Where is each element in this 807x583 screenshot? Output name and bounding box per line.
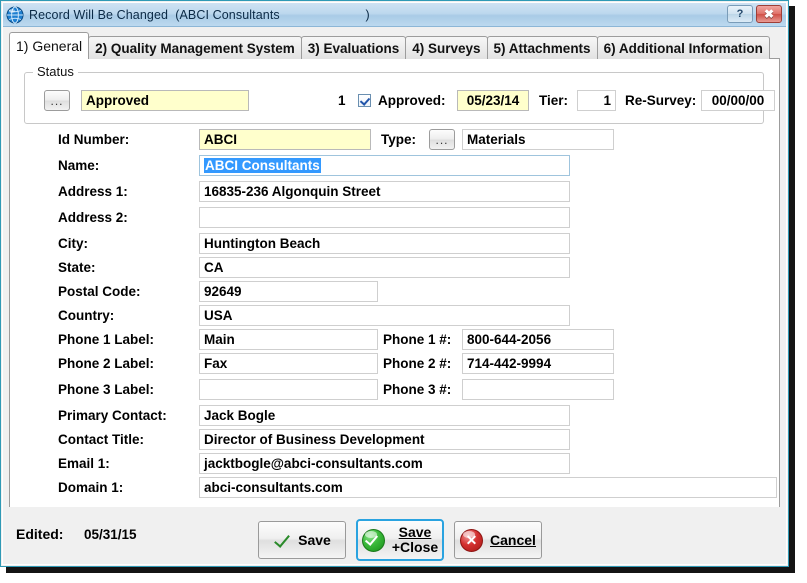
cancel-button[interactable]: ✕ Cancel bbox=[454, 521, 542, 559]
type-field[interactable]: Materials bbox=[462, 129, 614, 150]
save-button[interactable]: Save bbox=[258, 521, 346, 559]
email1-field[interactable]: jacktbogle@abci-consultants.com bbox=[199, 453, 570, 474]
phone3-number-field[interactable] bbox=[462, 379, 614, 400]
screenshot-root: Record Will Be Changed (ABCI Consultants… bbox=[0, 0, 807, 583]
save-button-label: Save bbox=[298, 532, 331, 548]
domain1-label: Domain 1: bbox=[58, 480, 123, 495]
phone2-label-label: Phone 2 Label: bbox=[58, 356, 154, 371]
edited-label: Edited: bbox=[16, 526, 63, 542]
name-field[interactable]: ABCI Consultants bbox=[199, 155, 570, 176]
tier-field[interactable]: 1 bbox=[577, 90, 616, 111]
help-button[interactable]: ? bbox=[727, 5, 753, 23]
contact-title-field[interactable]: Director of Business Development bbox=[199, 429, 570, 450]
type-label: Type: bbox=[381, 132, 416, 147]
id-number-field[interactable]: ABCI bbox=[199, 129, 371, 150]
window-inner-frame: Record Will Be Changed (ABCI Consultants… bbox=[2, 2, 787, 565]
approved-date-field[interactable]: 05/23/14 bbox=[457, 90, 529, 111]
tab-attachments[interactable]: 5) Attachments bbox=[487, 36, 598, 59]
email1-label: Email 1: bbox=[58, 456, 110, 471]
primary-contact-field[interactable]: Jack Bogle bbox=[199, 405, 570, 426]
postal-code-field[interactable]: 92649 bbox=[199, 281, 378, 302]
state-field[interactable]: CA bbox=[199, 257, 570, 278]
city-label: City: bbox=[58, 236, 88, 251]
name-field-selected-text: ABCI Consultants bbox=[204, 158, 321, 173]
name-label: Name: bbox=[58, 158, 99, 173]
edited-value: 05/31/15 bbox=[84, 527, 137, 542]
address2-field[interactable] bbox=[199, 207, 570, 228]
state-label: State: bbox=[58, 260, 96, 275]
save-and-close-button[interactable]: Save +Close bbox=[356, 519, 444, 561]
resurvey-field[interactable]: 00/00/00 bbox=[701, 90, 775, 111]
postal-code-label: Postal Code: bbox=[58, 284, 141, 299]
domain1-field[interactable]: abci-consultants.com bbox=[199, 477, 777, 498]
phone1-number-label: Phone 1 #: bbox=[383, 332, 451, 347]
primary-contact-label: Primary Contact: bbox=[58, 408, 167, 423]
save-and-close-button-label-line2: +Close bbox=[392, 540, 438, 555]
status-browse-button[interactable]: ... bbox=[44, 90, 70, 111]
phone3-label-field[interactable] bbox=[199, 379, 378, 400]
footer-bar: Edited: 05/31/15 Save Save +Close bbox=[4, 507, 785, 563]
country-field[interactable]: USA bbox=[199, 305, 570, 326]
resurvey-label: Re-Survey: bbox=[625, 93, 696, 108]
title-bar[interactable]: Record Will Be Changed (ABCI Consultants… bbox=[3, 3, 786, 27]
status-value-field[interactable]: Approved bbox=[81, 90, 249, 111]
globe-icon bbox=[6, 6, 24, 24]
tab-general[interactable]: 1) General bbox=[9, 32, 89, 59]
phone1-label-label: Phone 1 Label: bbox=[58, 332, 154, 347]
country-label: Country: bbox=[58, 308, 114, 323]
tab-additional-information[interactable]: 6) Additional Information bbox=[597, 36, 770, 59]
approved-checkbox[interactable] bbox=[358, 94, 371, 107]
status-group-legend: Status bbox=[33, 64, 78, 79]
id-number-label: Id Number: bbox=[58, 132, 129, 147]
status-group: Status ... Approved 1 Approved: 05/23/14… bbox=[24, 72, 764, 124]
tab-quality-management[interactable]: 2) Quality Management System bbox=[88, 36, 302, 59]
contact-title-label: Contact Title: bbox=[58, 432, 144, 447]
tab-evaluations[interactable]: 3) Evaluations bbox=[301, 36, 407, 59]
save-and-close-button-label-line1: Save bbox=[399, 525, 432, 540]
title-bar-buttons: ? ✖ bbox=[727, 5, 782, 23]
address1-field[interactable]: 16835-236 Algonquin Street bbox=[199, 181, 570, 202]
phone1-number-field[interactable]: 800-644-2056 bbox=[462, 329, 614, 350]
phone3-label-label: Phone 3 Label: bbox=[58, 382, 154, 397]
green-check-circle-icon bbox=[362, 529, 385, 552]
close-button[interactable]: ✖ bbox=[756, 5, 782, 23]
window-title: Record Will Be Changed (ABCI Consultants… bbox=[29, 8, 370, 22]
tier-label: Tier: bbox=[539, 93, 568, 108]
phone3-number-label: Phone 3 #: bbox=[383, 382, 451, 397]
type-browse-button[interactable]: ... bbox=[429, 129, 455, 150]
address1-label: Address 1: bbox=[58, 184, 128, 199]
tab-page-general: Status ... Approved 1 Approved: 05/23/14… bbox=[9, 58, 780, 508]
check-icon bbox=[273, 531, 291, 549]
tab-surveys[interactable]: 4) Surveys bbox=[405, 36, 487, 59]
phone1-label-field[interactable]: Main bbox=[199, 329, 378, 350]
city-field[interactable]: Huntington Beach bbox=[199, 233, 570, 254]
phone2-number-field[interactable]: 714-442-9994 bbox=[462, 353, 614, 374]
address2-label: Address 2: bbox=[58, 210, 128, 225]
phone2-number-label: Phone 2 #: bbox=[383, 356, 451, 371]
red-x-circle-icon: ✕ bbox=[460, 529, 483, 552]
status-count: 1 bbox=[338, 93, 346, 108]
record-edit-window: Record Will Be Changed (ABCI Consultants… bbox=[0, 0, 789, 567]
phone2-label-field[interactable]: Fax bbox=[199, 353, 378, 374]
approved-label: Approved: bbox=[378, 93, 446, 108]
cancel-button-label: Cancel bbox=[490, 532, 536, 548]
tab-strip: 1) General 2) Quality Management System … bbox=[9, 33, 769, 59]
